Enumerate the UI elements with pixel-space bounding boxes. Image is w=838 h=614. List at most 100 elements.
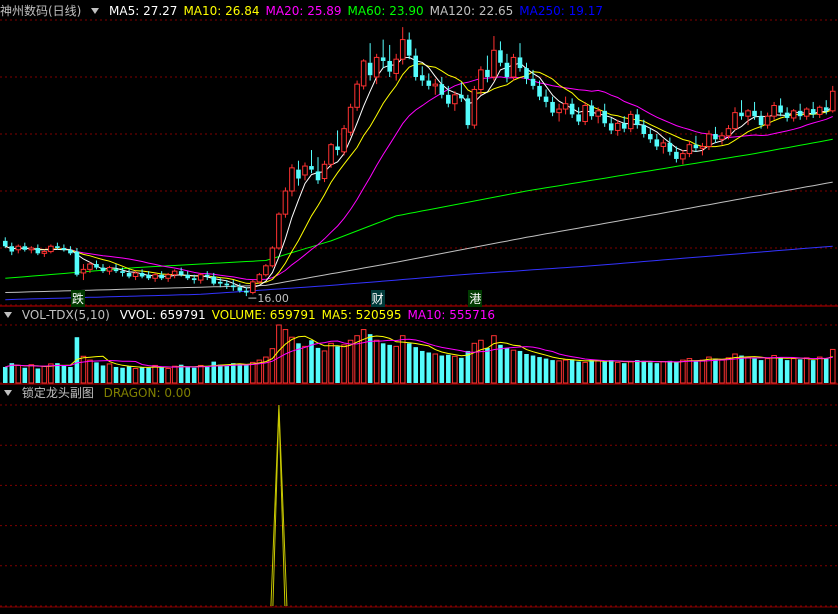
volume-bar-up [197,364,204,384]
candle-down [139,272,145,277]
candle-down [178,271,184,275]
candle-down [621,123,627,129]
candle-down [602,110,607,124]
candle-up [452,94,458,105]
dropdown-icon[interactable] [4,312,12,318]
volume-bar-up [347,339,354,384]
volume-bar-up [289,336,295,384]
volume-bar-down [406,343,412,383]
volume-bar-up [803,357,810,384]
volume-bar-down [739,355,744,383]
stock-title[interactable]: 神州数码(日线) [0,4,81,18]
volume-bar-up [106,363,113,384]
volume-indicator-name[interactable]: VOL-TDX(5,10) [22,308,110,322]
event-tag-2[interactable]: 港 [468,290,483,307]
candle-up [282,190,289,215]
candle-down [315,171,321,181]
ma-label-2: MA20: 25.89 [265,4,342,18]
volume-bar-up [556,360,562,384]
volume-bar-up [399,335,406,384]
dropdown-icon[interactable] [4,390,12,396]
volume-bar-down [387,344,392,383]
volume-bar-up [471,342,478,384]
volume-bar-down [94,362,99,383]
volume-bar-down [752,358,757,383]
ma-label-0: MA5: 27.27 [109,4,178,18]
volume-bar-up [282,329,289,384]
volume-bar-down [237,363,243,383]
kline-window[interactable]: 16.00 神州数码(日线) MA5: 27.27 MA10: 26.84 MA20… [0,0,838,614]
candle-up [41,251,48,254]
volume-bar-down [485,347,490,383]
volume-bar-down [667,360,673,383]
candle-up [328,144,334,165]
volume-bar-up [393,345,399,384]
candle-up [478,69,484,90]
volume-bar-up [250,361,256,384]
candle-down [641,125,647,134]
volume-bar-down [9,363,15,383]
volume-bar-down [55,363,60,383]
candle-down [674,151,679,159]
volume-bar-up [452,355,458,384]
dropdown-icon[interactable] [91,8,100,14]
dragon-spike [270,404,288,607]
volume-bar-down [608,360,614,383]
volume-bar-down [159,366,164,383]
candle-up [347,106,354,133]
ma-legend: MA5: 27.27 MA10: 26.84 MA20: 25.89 MA60: 23… [109,4,609,18]
volume-bar-down [191,367,197,383]
volume-bar-up [627,361,634,384]
candle-down [648,134,653,140]
candle-down [634,114,640,126]
dragon-value: DRAGON: 0.00 [103,386,192,400]
candle-down [517,57,523,69]
volume-bar-down [517,350,523,383]
candle-down [823,107,829,111]
candle-down [569,103,575,115]
volume-bar-down [641,360,647,383]
event-tag-1[interactable]: 财 [370,290,385,307]
candle-up [627,113,634,130]
volume-bar-down [589,360,594,383]
volume-bar-down [530,355,536,383]
candle-down [74,251,80,275]
candle-up [491,49,497,78]
volume-bar-up [660,361,667,384]
volume-bar-up [582,361,588,384]
volume-bar-down [543,358,549,383]
volume-bar-down [68,366,73,383]
volume-bar-down [797,359,803,383]
candle-up [399,39,406,60]
volume-bar-up [15,364,22,384]
candle-down [94,264,99,268]
candle-down [406,39,412,56]
sub-indicator-name[interactable]: 锁定龙头副图 [22,386,94,400]
candle-down [55,246,60,248]
candle-up [15,245,22,251]
ma20-line [5,76,833,281]
event-tag-0[interactable]: 跌 [70,290,85,307]
candle-down [204,274,210,277]
candle-down [217,281,223,284]
ma-label-3: MA60: 23.90 [347,4,424,18]
volume-bar-up [614,361,621,384]
candle-up [354,83,360,108]
volume-bar-up [165,368,171,384]
volume-bar-down [413,347,419,383]
candle-down [61,248,67,250]
volume-bar-down [120,367,125,383]
volume-bar-up [321,350,328,384]
volume-bar-down [810,360,816,383]
volume-bar-down [204,366,210,383]
candle-up [614,122,621,131]
candle-down [543,96,549,102]
volume-bar-down [100,365,106,383]
candle-up [680,153,686,160]
candle-up [510,56,517,78]
candle-up [276,213,282,249]
volume-bar-down [335,346,340,383]
candle-down [439,84,445,95]
volume-bar-up [28,364,35,384]
volume-bar-down [621,363,627,383]
